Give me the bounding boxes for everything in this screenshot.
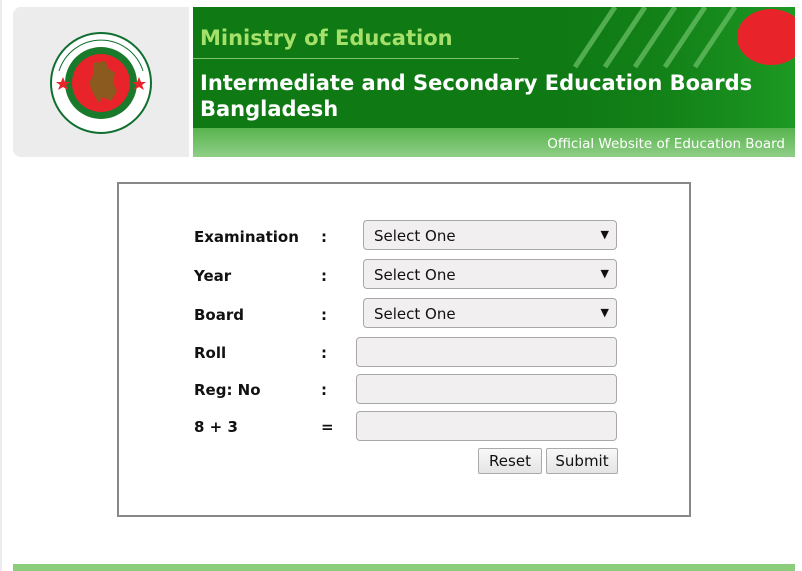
boards-title: Intermediate and Secondary Education Boa… [200, 71, 753, 121]
board-select[interactable]: Select One ▼ [363, 298, 617, 328]
reg-no-label: Reg: No [194, 381, 261, 399]
year-separator: : [321, 267, 327, 285]
captcha-input[interactable] [356, 411, 617, 441]
examination-label: Examination [194, 228, 299, 246]
reset-button[interactable]: Reset [478, 448, 542, 474]
chevron-down-icon: ▼ [600, 306, 609, 319]
logo-panel [13, 7, 189, 157]
roll-label: Roll [194, 344, 227, 362]
official-website-text: Official Website of Education Board [547, 136, 785, 152]
year-select[interactable]: Select One ▼ [363, 259, 617, 289]
chevron-down-icon: ▼ [600, 228, 609, 241]
submit-button[interactable]: Submit [546, 448, 618, 474]
examination-select[interactable]: Select One ▼ [363, 220, 617, 250]
year-select-value: Select One [374, 266, 456, 284]
header-subbar: Official Website of Education Board [193, 128, 795, 157]
site-header: Ministry of Education Intermediate and S… [13, 7, 795, 157]
roll-separator: : [321, 344, 327, 362]
captcha-question: 8 + 3 [194, 418, 238, 436]
year-label: Year [194, 267, 232, 285]
reg-no-separator: : [321, 381, 327, 399]
captcha-equals: = [321, 418, 334, 436]
examination-separator: : [321, 228, 327, 246]
board-select-value: Select One [374, 305, 456, 323]
examination-select-value: Select One [374, 227, 456, 245]
roll-input[interactable] [356, 337, 617, 367]
ministry-title: Ministry of Education [200, 26, 453, 50]
board-label: Board [194, 306, 244, 324]
chevron-down-icon: ▼ [600, 267, 609, 280]
reg-no-input[interactable] [356, 374, 617, 404]
header-banner: Ministry of Education Intermediate and S… [193, 7, 795, 128]
page-left-edge [0, 0, 2, 571]
banner-divider [193, 58, 519, 59]
footer-bar [13, 564, 795, 571]
board-separator: : [321, 306, 327, 324]
government-seal-logo [50, 32, 152, 134]
result-form: Examination : Select One ▼ Year : Select… [117, 182, 691, 517]
